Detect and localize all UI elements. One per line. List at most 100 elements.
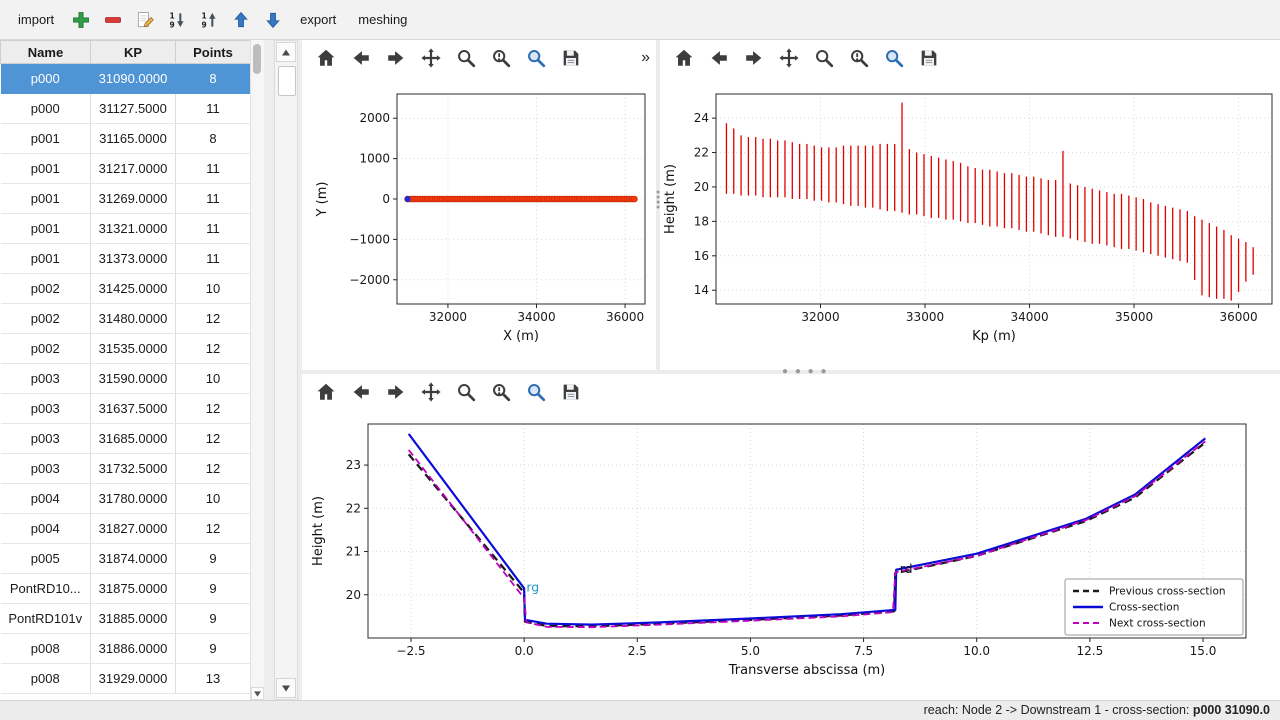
name-cell[interactable]: p000 <box>1 94 91 124</box>
kp-cell[interactable]: 31590.0000 <box>91 364 176 394</box>
table-row[interactable]: p00331732.500012 <box>1 454 251 484</box>
points-cell[interactable]: 13 <box>176 664 251 694</box>
sort-ascending-button[interactable]: 1 9 <box>194 5 224 35</box>
kp-cell[interactable]: 31217.0000 <box>91 154 176 184</box>
table-row[interactable]: p00331685.000012 <box>1 424 251 454</box>
column-header-points[interactable]: Points <box>176 41 251 64</box>
import-button[interactable]: import <box>8 7 64 32</box>
points-cell[interactable]: 11 <box>176 214 251 244</box>
subplots-button[interactable] <box>522 44 550 72</box>
kp-cell[interactable]: 31885.0000 <box>91 604 176 634</box>
table-row[interactable]: p00131165.00008 <box>1 124 251 154</box>
table-row[interactable]: p00031127.500011 <box>1 94 251 124</box>
points-cell[interactable]: 10 <box>176 274 251 304</box>
points-cell[interactable]: 8 <box>176 64 251 94</box>
name-cell[interactable]: p002 <box>1 274 91 304</box>
points-cell[interactable]: 11 <box>176 184 251 214</box>
scroll-down-button[interactable] <box>276 678 296 698</box>
forward-button[interactable] <box>382 378 410 406</box>
table-row[interactable]: p00131269.000011 <box>1 184 251 214</box>
column-header-kp[interactable]: KP <box>91 41 176 64</box>
zoom-button[interactable] <box>452 44 480 72</box>
back-button[interactable] <box>347 378 375 406</box>
table-scrollbar-thumb[interactable] <box>253 44 261 74</box>
table-row[interactable]: p00431780.000010 <box>1 484 251 514</box>
kp-cell[interactable]: 31827.0000 <box>91 514 176 544</box>
subplots-button[interactable] <box>880 44 908 72</box>
zoom-button[interactable] <box>810 44 838 72</box>
customize-button[interactable] <box>487 44 515 72</box>
longitudinal-profile-chart[interactable]: 3200033000340003500036000141618202224Kp … <box>660 76 1280 364</box>
table-row[interactable]: p00331590.000010 <box>1 364 251 394</box>
zoom-button[interactable] <box>452 378 480 406</box>
points-cell[interactable]: 12 <box>176 514 251 544</box>
home-button[interactable] <box>670 44 698 72</box>
table-row[interactable]: p00831929.000013 <box>1 664 251 694</box>
name-cell[interactable]: PontRD10... <box>1 574 91 604</box>
points-cell[interactable]: 11 <box>176 154 251 184</box>
pan-button[interactable] <box>775 44 803 72</box>
name-cell[interactable]: p003 <box>1 364 91 394</box>
kp-cell[interactable]: 31637.5000 <box>91 394 176 424</box>
back-button[interactable] <box>705 44 733 72</box>
table-row[interactable]: p00331637.500012 <box>1 394 251 424</box>
save-button[interactable] <box>915 44 943 72</box>
kp-cell[interactable]: 31127.5000 <box>91 94 176 124</box>
kp-cell[interactable]: 31875.0000 <box>91 574 176 604</box>
name-cell[interactable]: p004 <box>1 484 91 514</box>
name-cell[interactable]: p003 <box>1 424 91 454</box>
table-row[interactable]: p00131373.000011 <box>1 244 251 274</box>
back-button[interactable] <box>347 44 375 72</box>
kp-cell[interactable]: 31090.0000 <box>91 64 176 94</box>
table-row[interactable]: p00031090.00008 <box>1 64 251 94</box>
table-row[interactable]: PontRD101v31885.00009 <box>1 604 251 634</box>
remove-cross-section-button[interactable] <box>98 5 128 35</box>
name-cell[interactable]: p000 <box>1 64 91 94</box>
name-cell[interactable]: p008 <box>1 634 91 664</box>
table-scrollbar[interactable] <box>250 40 264 700</box>
name-cell[interactable]: p001 <box>1 124 91 154</box>
subplots-button[interactable] <box>522 378 550 406</box>
export-button[interactable]: export <box>290 7 346 32</box>
name-cell[interactable]: p004 <box>1 514 91 544</box>
cross-section-chart[interactable]: −2.50.02.55.07.510.012.515.020212223Tran… <box>302 410 1280 698</box>
points-cell[interactable]: 8 <box>176 124 251 154</box>
meshing-button[interactable]: meshing <box>348 7 417 32</box>
points-cell[interactable]: 9 <box>176 604 251 634</box>
name-cell[interactable]: p003 <box>1 394 91 424</box>
pan-button[interactable] <box>417 44 445 72</box>
save-button[interactable] <box>557 44 585 72</box>
customize-button[interactable] <box>845 44 873 72</box>
points-cell[interactable]: 12 <box>176 454 251 484</box>
table-row[interactable]: PontRD10...31875.00009 <box>1 574 251 604</box>
name-cell[interactable]: PontRD101v <box>1 604 91 634</box>
panel-scrollbar[interactable] <box>274 40 298 700</box>
add-cross-section-button[interactable] <box>66 5 96 35</box>
kp-cell[interactable]: 31165.0000 <box>91 124 176 154</box>
kp-cell[interactable]: 31732.5000 <box>91 454 176 484</box>
points-cell[interactable]: 12 <box>176 334 251 364</box>
points-cell[interactable]: 11 <box>176 94 251 124</box>
name-cell[interactable]: p001 <box>1 214 91 244</box>
points-cell[interactable]: 11 <box>176 244 251 274</box>
toolbar-overflow-chevron[interactable]: » <box>641 49 650 67</box>
name-cell[interactable]: p008 <box>1 664 91 694</box>
move-down-button[interactable] <box>258 5 288 35</box>
kp-cell[interactable]: 31321.0000 <box>91 214 176 244</box>
edit-cross-section-button[interactable] <box>130 5 160 35</box>
table-row[interactable]: p00231535.000012 <box>1 334 251 364</box>
name-cell[interactable]: p005 <box>1 544 91 574</box>
table-row[interactable]: p00231425.000010 <box>1 274 251 304</box>
kp-cell[interactable]: 31480.0000 <box>91 304 176 334</box>
kp-cell[interactable]: 31780.0000 <box>91 484 176 514</box>
table-row[interactable]: p00531874.00009 <box>1 544 251 574</box>
scroll-up-button[interactable] <box>276 42 296 62</box>
customize-button[interactable] <box>487 378 515 406</box>
points-cell[interactable]: 9 <box>176 634 251 664</box>
name-cell[interactable]: p002 <box>1 334 91 364</box>
points-cell[interactable]: 12 <box>176 394 251 424</box>
points-cell[interactable]: 9 <box>176 544 251 574</box>
home-button[interactable] <box>312 378 340 406</box>
kp-cell[interactable]: 31425.0000 <box>91 274 176 304</box>
forward-button[interactable] <box>382 44 410 72</box>
